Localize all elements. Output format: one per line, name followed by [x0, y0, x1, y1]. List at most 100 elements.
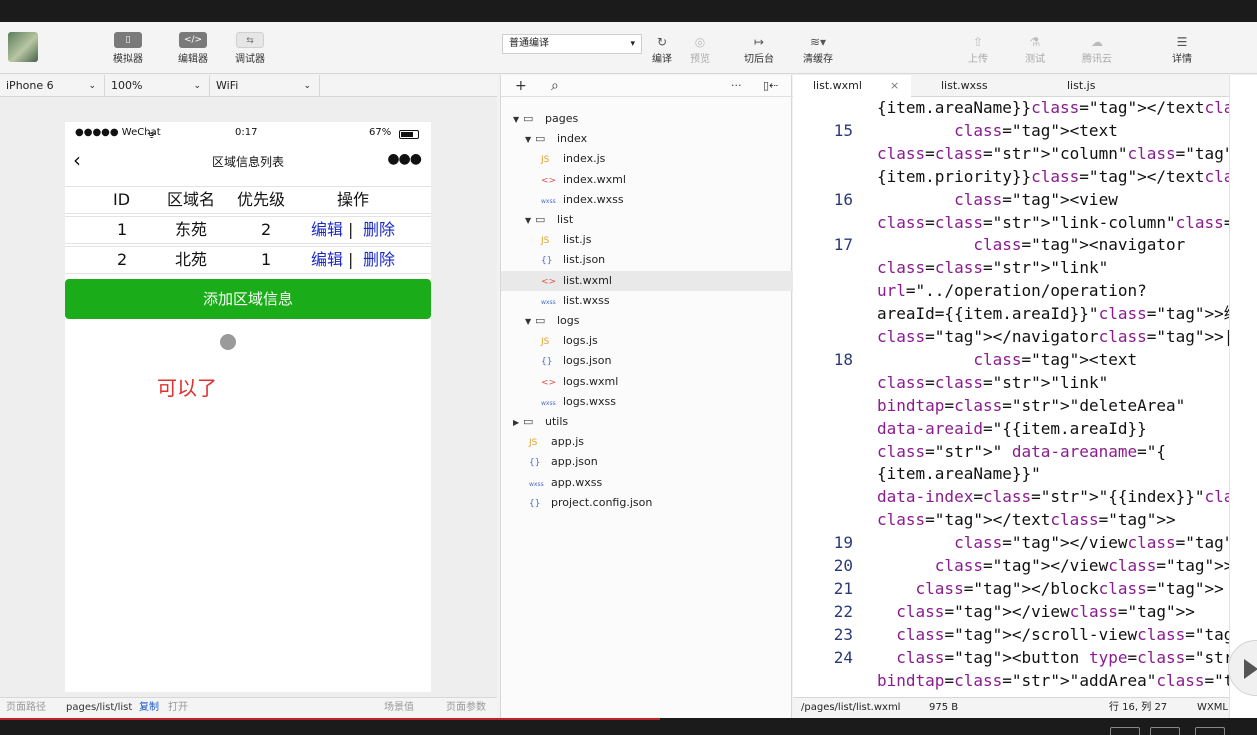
folder-item[interactable]: ▶ ▭ utils	[501, 412, 793, 432]
file-item[interactable]: JS list.js	[501, 230, 793, 250]
video-control-icon[interactable]	[1110, 727, 1140, 735]
table-header: ID 区域名 优先级 操作	[65, 186, 431, 214]
code-line: areaId={{item.areaId}}"class="tag">>编辑	[793, 303, 1229, 325]
file-name: list.wxss	[563, 293, 610, 307]
edit-link[interactable]: 编辑	[311, 247, 343, 273]
file-item[interactable]: JS app.js	[501, 432, 793, 452]
code-line: {item.priority}}class="tag"></textclass=…	[793, 166, 1229, 188]
preview-button[interactable]: ◎ 预览	[690, 34, 710, 65]
chevron-down-icon[interactable]: ▼	[525, 211, 535, 231]
file-item[interactable]: <> logs.wxml	[501, 372, 793, 392]
add-icon[interactable]: +	[515, 75, 527, 97]
file-item[interactable]: JS logs.js	[501, 331, 793, 351]
folder-item[interactable]: ▼ ▭ list	[501, 210, 793, 230]
video-control-icon[interactable]	[1150, 727, 1180, 735]
explorer-toolbar: + ⌕ ··· ▯⇠	[501, 75, 793, 97]
page-params-button[interactable]: 页面参数	[446, 698, 486, 718]
debugger-toggle[interactable]: ⇆ 调试器	[230, 32, 270, 65]
video-progress-bar[interactable]	[0, 718, 660, 720]
tencent-cloud-button[interactable]: ☁ 腾讯云	[1082, 34, 1112, 65]
nav-bar: ‹ 区域信息列表 ●●●	[73, 148, 422, 172]
collapse-icon[interactable]: ▯⇠	[763, 75, 778, 97]
editor-footer: /pages/list/list.wxml 975 B 行 16, 列 27 W…	[793, 697, 1229, 718]
compile-button[interactable]: ↻ 编译	[652, 34, 672, 65]
file-item[interactable]: wxss logs.wxss	[501, 392, 793, 412]
add-area-button[interactable]: 添加区域信息	[65, 279, 431, 319]
code-area[interactable]: {item.areaName}}class="tag"></textclass=…	[793, 97, 1229, 697]
folder-item[interactable]: ▼ ▭ logs	[501, 311, 793, 331]
file-name: index.wxss	[563, 192, 624, 206]
code-text: class="tag"><navigator	[973, 235, 1186, 255]
edit-link[interactable]: 编辑	[311, 217, 343, 243]
wxss-file-icon: wxss	[541, 298, 556, 306]
close-icon[interactable]: ×	[890, 79, 899, 92]
file-item[interactable]: JS index.js	[501, 149, 793, 169]
code-line: class="str">" data-areaname="{	[793, 441, 1229, 463]
main-toolbar: ▯ 模拟器 </> 编辑器 ⇆ 调试器 普通编译 ▾ ↻ 编译 ◎ 预览 ↦ 切…	[0, 22, 1257, 74]
code-text: class=class="str">"column"class="tag">>{	[877, 143, 1229, 163]
tab-list-wxml[interactable]: list.wxml ×	[793, 75, 911, 97]
delete-link[interactable]: 删除	[363, 217, 395, 243]
debugger-icon: ⇆	[236, 32, 264, 48]
file-item[interactable]: <> list.wxml	[501, 270, 793, 291]
test-button[interactable]: ⚗ 测试	[1025, 34, 1045, 65]
user-avatar[interactable]	[8, 32, 38, 62]
device-select[interactable]: iPhone 6 ⌄	[0, 75, 105, 97]
video-control-icon[interactable]	[1195, 727, 1225, 735]
copy-link[interactable]: 复制	[139, 698, 159, 718]
js-file-icon: JS	[541, 155, 550, 166]
editor-toggle[interactable]: </> 编辑器	[173, 32, 213, 65]
more-icon[interactable]: ●●●	[387, 151, 422, 167]
file-item[interactable]: wxss index.wxss	[501, 190, 793, 210]
code-text: data-areaid="{{item.areaId}}	[877, 418, 1147, 438]
chevron-down-icon[interactable]: ▼	[513, 110, 523, 130]
clear-cache-button[interactable]: ≋▾ 清缓存	[803, 34, 833, 65]
line-number: 16	[833, 189, 853, 209]
file-item[interactable]: {} list.json	[501, 250, 793, 270]
video-control-bar	[0, 718, 1257, 735]
delete-link[interactable]: 删除	[363, 247, 395, 273]
code-text: class="tag"></viewclass="tag">>	[934, 556, 1229, 575]
chevron-down-icon[interactable]: ▼	[525, 312, 535, 332]
status-bar: ●●●●● WeChat ᯤ 0:17 67%	[65, 127, 431, 141]
compile-mode-select[interactable]: 普通编译 ▾	[502, 34, 642, 54]
zoom-select[interactable]: 100% ⌄	[105, 75, 210, 97]
chevron-down-icon[interactable]: ▼	[525, 130, 535, 150]
folder-item[interactable]: ▼ ▭ index	[501, 129, 793, 149]
wxss-file-icon: wxss	[541, 197, 556, 205]
file-name: index.wxml	[563, 172, 626, 186]
line-number: 19	[833, 533, 853, 553]
file-item[interactable]: {} logs.json	[501, 351, 793, 371]
details-button[interactable]: ☰ 详情	[1172, 34, 1192, 65]
tab-list-wxss[interactable]: list.wxss	[921, 75, 1031, 97]
scene-value-button[interactable]: 场景值	[384, 698, 414, 718]
editor-scrollbar[interactable]	[1229, 75, 1257, 718]
file-name: logs.json	[563, 354, 612, 368]
code-text: class=class="str">"link-column"class="ta…	[877, 212, 1229, 232]
devtools-window: ▯ 模拟器 </> 编辑器 ⇆ 调试器 普通编译 ▾ ↻ 编译 ◎ 预览 ↦ 切…	[0, 22, 1257, 718]
file-item[interactable]: {} project.config.json	[501, 493, 793, 513]
chevron-right-icon[interactable]: ▶	[513, 413, 523, 433]
more-icon[interactable]: ···	[731, 75, 742, 97]
backend-button[interactable]: ↦ 切后台	[744, 34, 774, 65]
open-link[interactable]: 打开	[168, 698, 188, 718]
file-item[interactable]: <> index.wxml	[501, 170, 793, 190]
line-number: 20	[833, 556, 853, 575]
simulator-panel: ●●●●● WeChat ᯤ 0:17 67% ‹ 区域信息列表 ●●● ID …	[0, 97, 497, 697]
search-icon[interactable]: ⌕	[551, 75, 559, 97]
file-item[interactable]: wxss app.wxss	[501, 473, 793, 493]
file-name: app.json	[551, 455, 598, 469]
js-file-icon: JS	[541, 337, 550, 348]
file-item[interactable]: wxss list.wxss	[501, 291, 793, 311]
folder-item[interactable]: ▼ ▭ pages	[501, 109, 793, 129]
layers-icon: ≋▾	[809, 35, 827, 49]
upload-button[interactable]: ⇧ 上传	[968, 34, 988, 65]
file-item[interactable]: {} app.json	[501, 452, 793, 472]
table-row: 1 东苑 2 编辑 | 删除	[65, 216, 431, 244]
simulator-toggle[interactable]: ▯ 模拟器	[108, 32, 148, 65]
network-select[interactable]: WiFi ⌄	[210, 75, 320, 97]
tab-list-js[interactable]: list.js	[1047, 75, 1157, 97]
code-line: bindtap=class="str">"addArea"class="tag"…	[793, 670, 1229, 692]
file-name: pages	[545, 112, 579, 125]
chevron-down-icon: ▾	[630, 39, 635, 49]
